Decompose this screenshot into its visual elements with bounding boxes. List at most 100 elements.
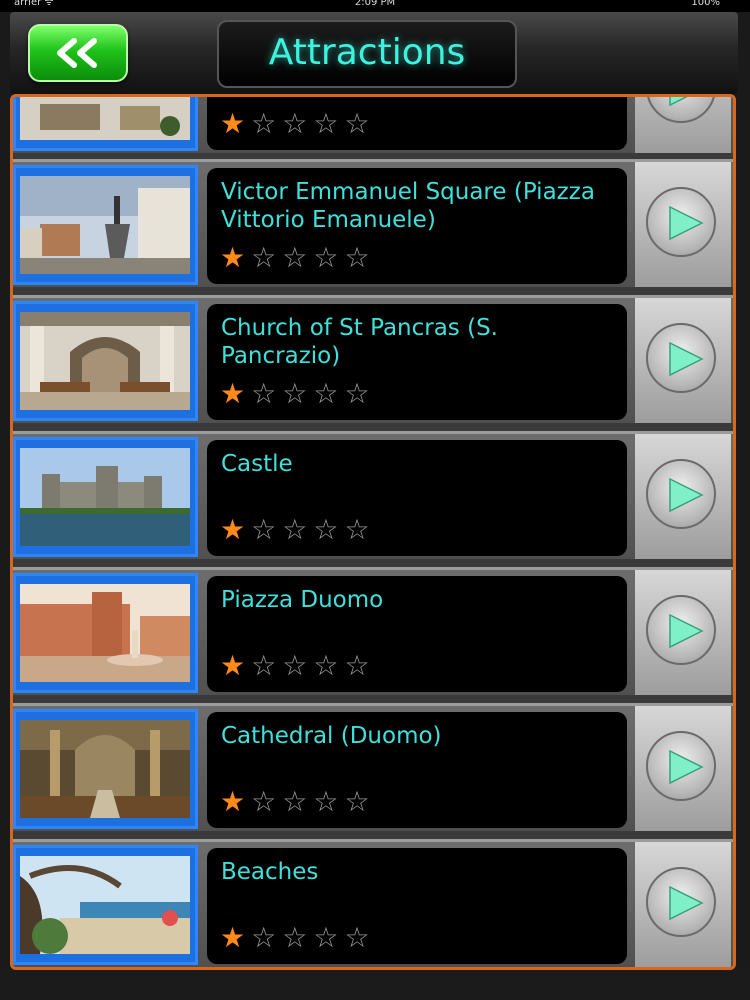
star-empty-icon: ☆	[344, 785, 376, 818]
list-item[interactable]: Church of St Pancras (S. Pancrazio) ★☆☆☆…	[13, 295, 733, 423]
star-empty-icon: ☆	[344, 107, 376, 140]
star-rating: ★☆☆☆☆	[220, 924, 376, 952]
go-button[interactable]	[646, 867, 716, 937]
star-empty-icon: ☆	[344, 649, 376, 682]
star-empty-icon: ☆	[344, 513, 376, 546]
attraction-info: Piazza Duomo ★☆☆☆☆	[207, 576, 627, 692]
thumbnail-frame	[13, 437, 198, 557]
page-title: Attractions	[217, 20, 517, 88]
attraction-info: ★☆☆☆☆	[207, 97, 627, 150]
attraction-photo	[20, 176, 190, 274]
star-empty-icon: ☆	[313, 921, 345, 954]
thumbnail-frame	[13, 97, 198, 151]
attraction-name: Beaches	[221, 859, 319, 885]
play-arrow-icon	[669, 341, 704, 377]
list-item[interactable]: Beaches ★☆☆☆☆	[13, 839, 733, 967]
thumbnail-frame	[13, 573, 198, 693]
attraction-photo	[20, 584, 190, 682]
attraction-name: Cathedral (Duomo)	[221, 723, 442, 749]
attraction-name: Piazza Duomo	[221, 587, 384, 613]
star-empty-icon: ☆	[344, 241, 376, 274]
battery-level: 100%	[691, 0, 720, 8]
attraction-photo	[20, 448, 190, 546]
star-rating: ★☆☆☆☆	[220, 244, 376, 272]
clock: 2:09 PM	[354, 0, 396, 8]
play-arrow-icon	[669, 205, 704, 241]
go-button[interactable]	[646, 97, 716, 123]
star-empty-icon: ☆	[313, 107, 345, 140]
star-rating: ★☆☆☆☆	[220, 652, 376, 680]
go-button[interactable]	[646, 459, 716, 529]
back-button[interactable]	[28, 24, 128, 82]
star-empty-icon: ☆	[251, 107, 283, 140]
star-empty-icon: ☆	[251, 377, 283, 410]
attraction-name: Church of St Pancras (S. Pancrazio)	[221, 315, 498, 369]
attraction-info: Cathedral (Duomo) ★☆☆☆☆	[207, 712, 627, 828]
go-cell	[635, 434, 731, 559]
attraction-photo	[20, 856, 190, 954]
list-item[interactable]: Castle ★☆☆☆☆	[13, 431, 733, 559]
list-item[interactable]: ★☆☆☆☆	[13, 97, 733, 153]
star-empty-icon: ☆	[251, 513, 283, 546]
go-cell	[635, 162, 731, 287]
star-empty-icon: ☆	[282, 377, 314, 410]
star-empty-icon: ☆	[251, 785, 283, 818]
go-cell	[635, 570, 731, 695]
star-empty-icon: ☆	[344, 921, 376, 954]
thumbnail-frame	[13, 845, 198, 965]
list-item[interactable]: Cathedral (Duomo) ★☆☆☆☆	[13, 703, 733, 831]
bottom-bar	[0, 970, 750, 1000]
attraction-name: Victor Emmanuel Square (Piazza Vittorio …	[221, 179, 595, 233]
thumbnail-frame	[13, 165, 198, 285]
star-empty-icon: ☆	[282, 107, 314, 140]
thumbnail-frame	[13, 301, 198, 421]
star-filled-icon: ★	[220, 377, 252, 410]
star-rating: ★☆☆☆☆	[220, 788, 376, 816]
go-cell	[635, 298, 731, 423]
star-filled-icon: ★	[220, 107, 252, 140]
attraction-info: Church of St Pancras (S. Pancrazio) ★☆☆☆…	[207, 304, 627, 420]
play-arrow-icon	[669, 97, 688, 107]
star-empty-icon: ☆	[313, 377, 345, 410]
star-empty-icon: ☆	[313, 785, 345, 818]
go-button[interactable]	[646, 731, 716, 801]
star-empty-icon: ☆	[313, 649, 345, 682]
star-empty-icon: ☆	[282, 241, 314, 274]
attractions-list[interactable]: ★☆☆☆☆ Victor Emmanuel Square (Piazza Vit…	[10, 94, 736, 970]
star-empty-icon: ☆	[282, 785, 314, 818]
star-empty-icon: ☆	[313, 513, 345, 546]
attraction-photo	[20, 720, 190, 818]
double-chevron-left-icon	[57, 38, 97, 68]
attraction-photo	[20, 97, 190, 140]
star-empty-icon: ☆	[282, 921, 314, 954]
go-button[interactable]	[646, 187, 716, 257]
star-filled-icon: ★	[220, 649, 252, 682]
status-bar: arrier ᯤ 2:09 PM 100%	[0, 0, 750, 12]
play-arrow-icon	[669, 749, 704, 785]
star-filled-icon: ★	[220, 241, 252, 274]
thumbnail-frame	[13, 709, 198, 829]
star-empty-icon: ☆	[251, 649, 283, 682]
attraction-info: Castle ★☆☆☆☆	[207, 440, 627, 556]
star-rating: ★☆☆☆☆	[220, 516, 376, 544]
attraction-name: Castle	[221, 451, 293, 477]
list-item[interactable]: Piazza Duomo ★☆☆☆☆	[13, 567, 733, 695]
star-filled-icon: ★	[220, 921, 252, 954]
star-empty-icon: ☆	[251, 921, 283, 954]
navigation-bar: Attractions	[10, 12, 738, 94]
star-rating: ★☆☆☆☆	[220, 110, 376, 138]
star-empty-icon: ☆	[344, 377, 376, 410]
star-empty-icon: ☆	[282, 649, 314, 682]
go-cell	[635, 706, 731, 831]
star-empty-icon: ☆	[282, 513, 314, 546]
go-button[interactable]	[646, 323, 716, 393]
star-filled-icon: ★	[220, 513, 252, 546]
play-arrow-icon	[669, 885, 704, 921]
list-item[interactable]: Victor Emmanuel Square (Piazza Vittorio …	[13, 159, 733, 287]
star-empty-icon: ☆	[313, 241, 345, 274]
attraction-photo	[20, 312, 190, 410]
go-button[interactable]	[646, 595, 716, 665]
star-filled-icon: ★	[220, 785, 252, 818]
go-cell	[635, 97, 731, 153]
attraction-info: Beaches ★☆☆☆☆	[207, 848, 627, 964]
